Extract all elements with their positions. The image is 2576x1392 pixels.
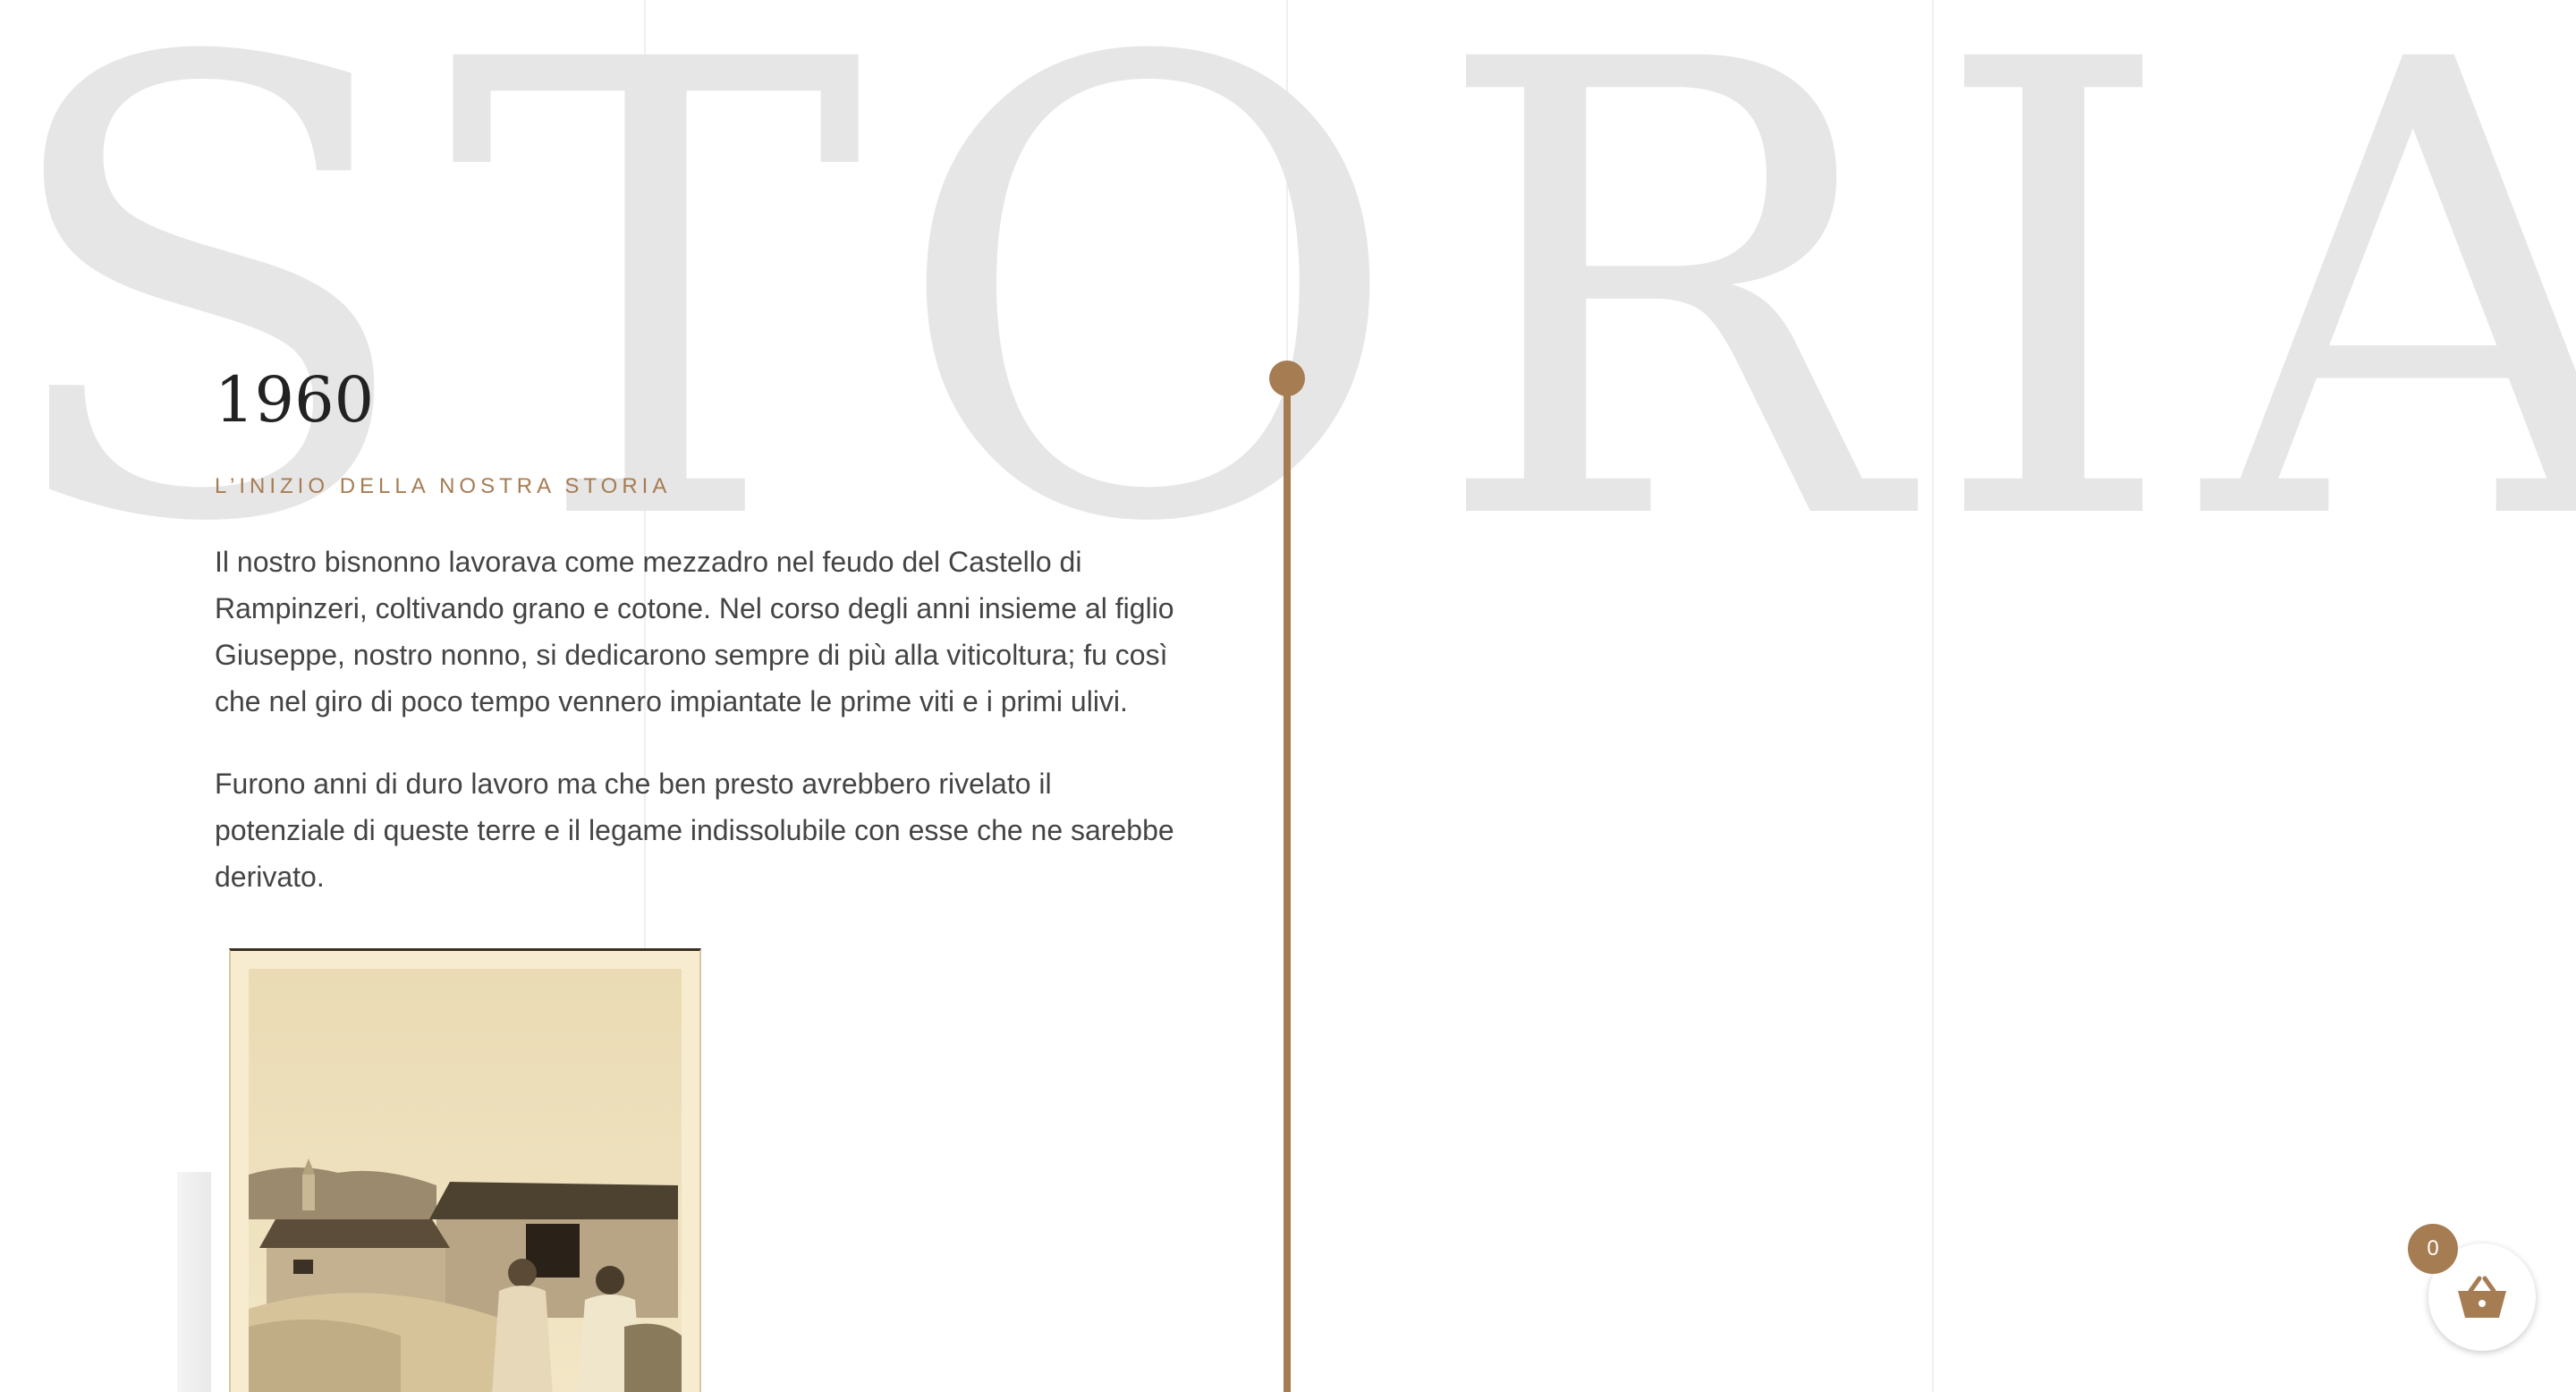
timeline-year: 1960: [215, 363, 375, 437]
timeline-paragraph: Furono anni di duro lavoro ma che ben pr…: [215, 768, 1174, 893]
timeline-paragraph: Il nostro bisnonno lavorava come mezzadr…: [215, 546, 1174, 717]
historic-photo: [229, 948, 701, 1392]
basket-icon: [2458, 1276, 2506, 1318]
photo-shadow: [177, 1172, 211, 1392]
timeline-subtitle: L’INIZIO DELLA NOSTRA STORIA: [215, 474, 672, 498]
timeline-line: [1284, 378, 1291, 1392]
historic-photo-illustration: [231, 951, 699, 1392]
cart-count-badge: 0: [2408, 1224, 2458, 1274]
page: STORIA 1960 L’INIZIO DELLA NOSTRA STORIA…: [0, 0, 2576, 1392]
timeline-dot: [1269, 361, 1305, 396]
